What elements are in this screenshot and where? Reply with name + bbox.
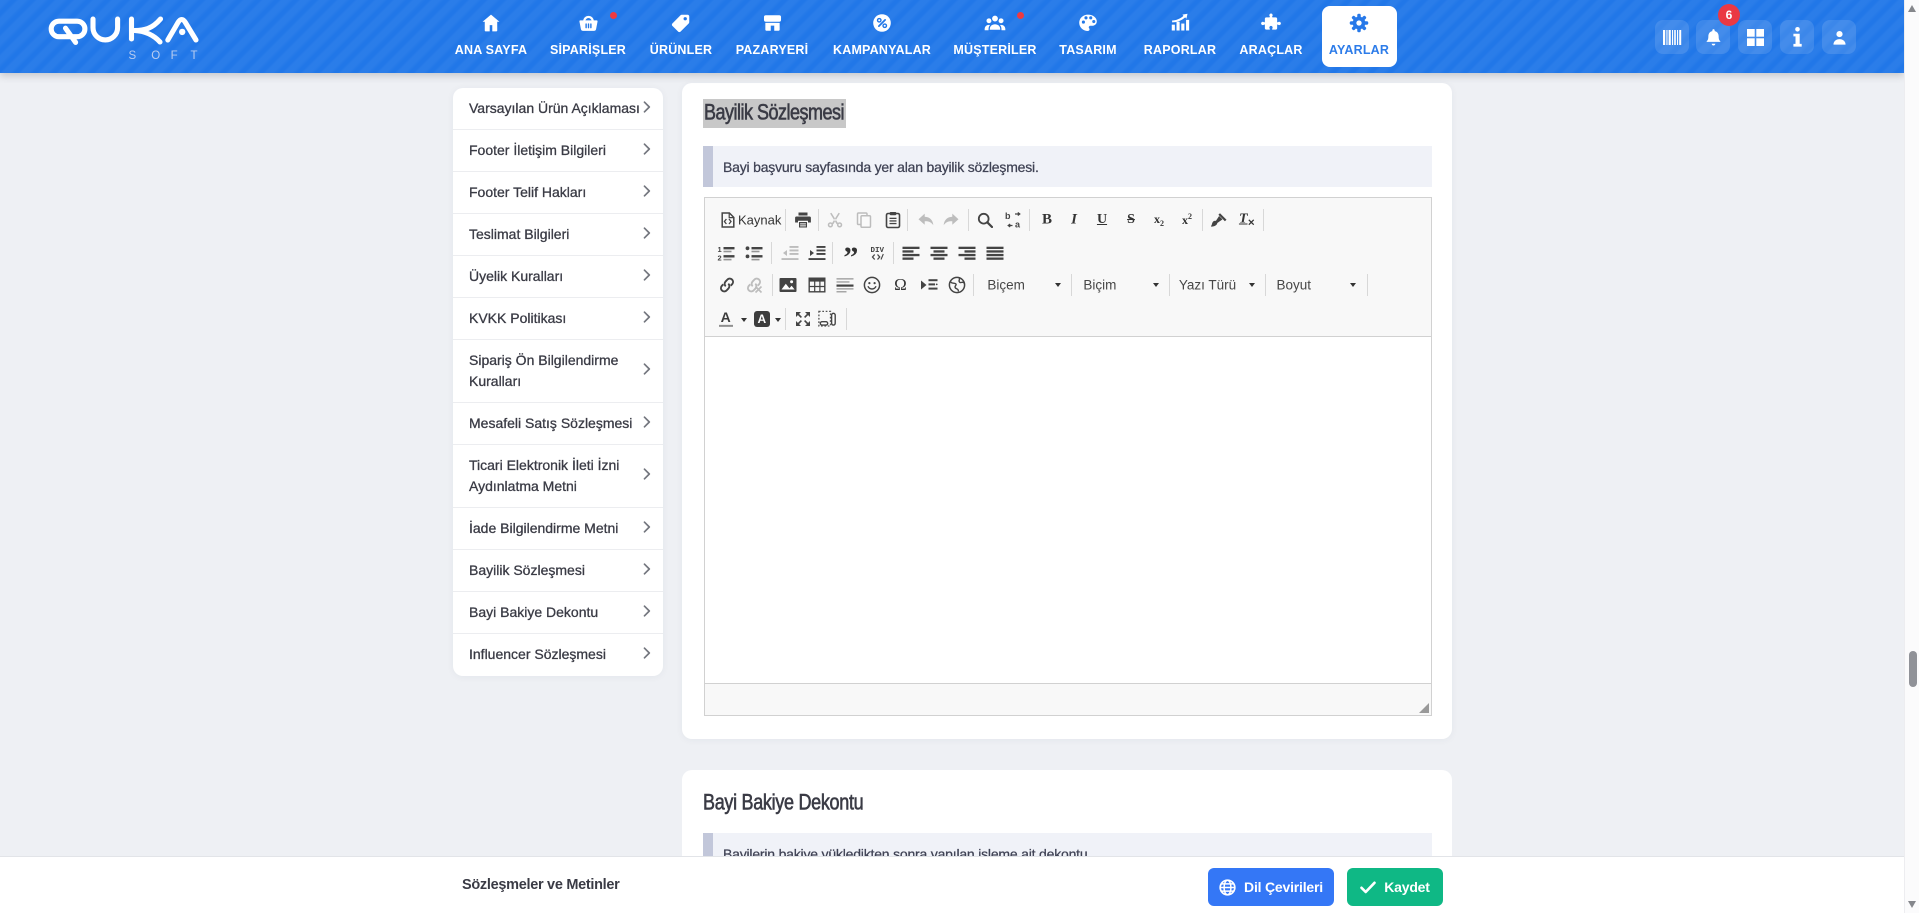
svg-text:a: a — [1015, 219, 1021, 228]
svg-text:F: F — [171, 50, 178, 60]
svg-text:DIV: DIV — [870, 247, 884, 255]
svg-text:2: 2 — [717, 253, 721, 260]
svg-text:S: S — [129, 50, 137, 60]
svg-text:T: T — [191, 50, 198, 60]
svg-text:b: b — [1005, 211, 1011, 221]
svg-text:O: O — [151, 50, 160, 60]
